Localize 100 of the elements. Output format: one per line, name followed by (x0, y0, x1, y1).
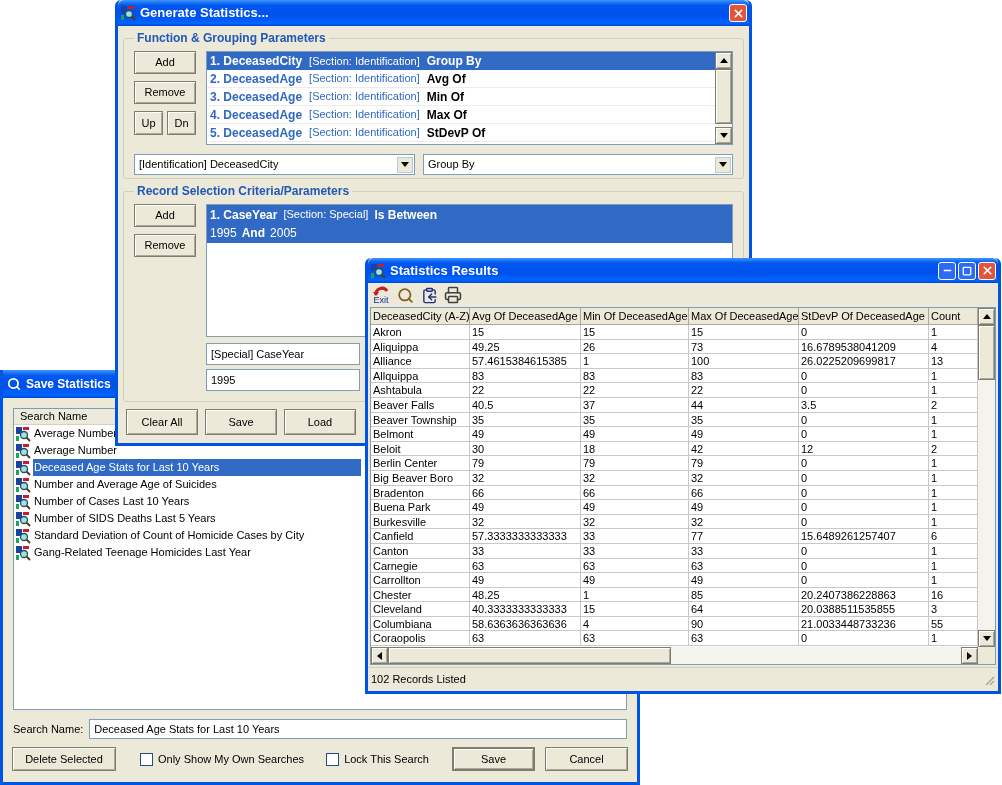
add-button[interactable]: Add (134, 51, 196, 74)
table-cell: 0 (799, 514, 929, 529)
search-list-item[interactable]: Gang-Related Teenage Homicides Last Year (33, 544, 252, 561)
checkbox[interactable] (326, 752, 340, 766)
scroll-left-icon[interactable] (371, 647, 388, 664)
criteria-field-dropdown[interactable]: [Special] CaseYear (206, 343, 360, 365)
table-cell: 15.6489261257407 (799, 529, 929, 543)
column-header[interactable]: Search Name (14, 409, 112, 424)
table-cell: 15 (581, 325, 689, 339)
table-cell: 26 (581, 339, 689, 354)
search-list-item[interactable]: Average Number (33, 425, 118, 442)
search-name-field[interactable]: Deceased Age Stats for Last 10 Years (89, 719, 627, 739)
table-cell: Beaver Falls (371, 397, 470, 412)
search-list-item[interactable]: Deceased Age Stats for Last 10 Years (33, 459, 361, 476)
remove-button[interactable]: Remove (134, 81, 196, 104)
search-list-item[interactable]: Standard Deviation of Count of Homicide Cases by City (33, 527, 306, 544)
scroll-thumb[interactable] (388, 647, 671, 664)
maximize-icon (962, 265, 972, 276)
exit-tool-button[interactable]: Exit (371, 284, 391, 306)
column-header[interactable]: Min Of DeceasedAge (581, 308, 689, 324)
close-button[interactable] (978, 261, 996, 280)
up-button[interactable]: Up (134, 111, 163, 135)
add-button[interactable]: Add (134, 204, 196, 227)
statistics-icon (15, 425, 31, 442)
table-cell: 57.4615384615385 (470, 354, 581, 368)
table-cell: Bradenton (371, 485, 470, 500)
vertical-scrollbar[interactable] (978, 308, 995, 647)
table-cell: Canfield (371, 529, 470, 543)
window-title: Generate Statistics... (140, 4, 269, 23)
search-list-item[interactable]: Average Number (33, 442, 118, 459)
remove-button[interactable]: Remove (134, 234, 196, 257)
search-list-item[interactable]: Number of SIDS Deaths Last 5 Years (33, 510, 217, 527)
table-cell: 85 (689, 587, 799, 602)
column-header[interactable]: Avg Of DeceasedAge (470, 308, 581, 324)
search-list-item[interactable]: Number and Average Age of Suicides (33, 476, 218, 493)
table-cell: 49 (581, 500, 689, 514)
save-button[interactable]: Save (452, 747, 535, 771)
table-cell: 63 (470, 631, 581, 646)
table-cell: 49 (470, 573, 581, 587)
clear-all-button[interactable]: Clear All (126, 409, 198, 435)
table-cell: 1 (581, 587, 689, 602)
down-button[interactable]: Dn (167, 111, 196, 135)
minimize-button[interactable] (938, 261, 956, 280)
scroll-up-icon[interactable] (978, 308, 995, 325)
scroll-right-icon[interactable] (961, 647, 978, 664)
table-cell: 21.0033448733236 (799, 616, 929, 631)
search-list-item[interactable]: Number of Cases Last 10 Years (33, 493, 191, 510)
table-cell: 49 (581, 427, 689, 441)
curved-arrow-icon (373, 285, 389, 296)
close-button[interactable] (729, 4, 747, 22)
scroll-up-icon[interactable] (715, 52, 732, 69)
table-cell: 15 (581, 602, 689, 616)
criteria-list-item[interactable]: 1. CaseYear [Section: Special] Is Between 1995 And 2005 (207, 205, 732, 243)
horizontal-scrollbar[interactable] (371, 647, 978, 664)
function-list-item[interactable]: 5. DeceasedAge [Section: Identification] StDevP Of (207, 124, 715, 142)
scroll-thumb[interactable] (715, 69, 732, 124)
scroll-thumb[interactable] (978, 325, 995, 380)
checkbox[interactable] (140, 752, 153, 766)
function-list-item[interactable]: 1. DeceasedCity [Section: Identification] Group By (207, 52, 715, 70)
table-cell: 0 (799, 412, 929, 427)
scroll-down-icon[interactable] (978, 630, 995, 647)
table-cell: 57.3333333333333 (470, 529, 581, 543)
table-cell: 0 (799, 485, 929, 500)
table-cell: 22 (581, 383, 689, 397)
table-cell: 66 (581, 485, 689, 500)
criteria-value-field[interactable]: 1995 (206, 369, 360, 391)
column-header[interactable]: DeceasedCity (A-Z) (371, 308, 470, 324)
function-list-item[interactable]: 4. DeceasedAge [Section: Identification] Max Of (207, 106, 715, 124)
table-cell: 49 (581, 573, 689, 587)
table-cell: 12 (799, 441, 929, 456)
function-list-item[interactable]: 2. DeceasedAge [Section: Identification] Avg Of (207, 70, 715, 88)
table-cell: 22 (470, 383, 581, 397)
load-button[interactable]: Load (284, 409, 356, 435)
table-cell: 63 (470, 558, 581, 573)
table-cell: 0 (799, 470, 929, 485)
table-cell: 20.0388511535855 (799, 602, 929, 616)
function-list-item[interactable]: 3. DeceasedAge [Section: Identification] Min Of (207, 88, 715, 106)
function-dropdown[interactable]: Group By (423, 154, 733, 175)
statistics-icon (120, 5, 136, 21)
table-cell: 35 (581, 412, 689, 427)
statistics-icon (15, 527, 31, 544)
table-cell: Buena Park (371, 500, 470, 514)
checkbox-label: Lock This Search (344, 751, 429, 767)
column-header[interactable]: StDevP Of DeceasedAge (799, 308, 929, 324)
print-tool-button[interactable] (443, 284, 463, 306)
field-dropdown[interactable]: [Identification] DeceasedCity (134, 154, 415, 175)
column-header[interactable]: Max Of DeceasedAge (689, 308, 799, 324)
table-cell: 32 (581, 470, 689, 485)
statistics-icon (15, 442, 31, 459)
table-cell: 15 (689, 325, 799, 339)
maximize-button[interactable] (958, 261, 976, 280)
scroll-down-icon[interactable] (715, 127, 732, 144)
table-cell: 0 (799, 456, 929, 470)
save-button[interactable]: Save (205, 409, 277, 435)
table-cell: 35 (689, 412, 799, 427)
cancel-button[interactable]: Cancel (545, 747, 628, 771)
table-cell: 18 (581, 441, 689, 456)
vertical-scrollbar[interactable] (715, 52, 732, 144)
delete-selected-button[interactable]: Delete Selected (12, 747, 116, 771)
table-cell: Canton (371, 543, 470, 558)
